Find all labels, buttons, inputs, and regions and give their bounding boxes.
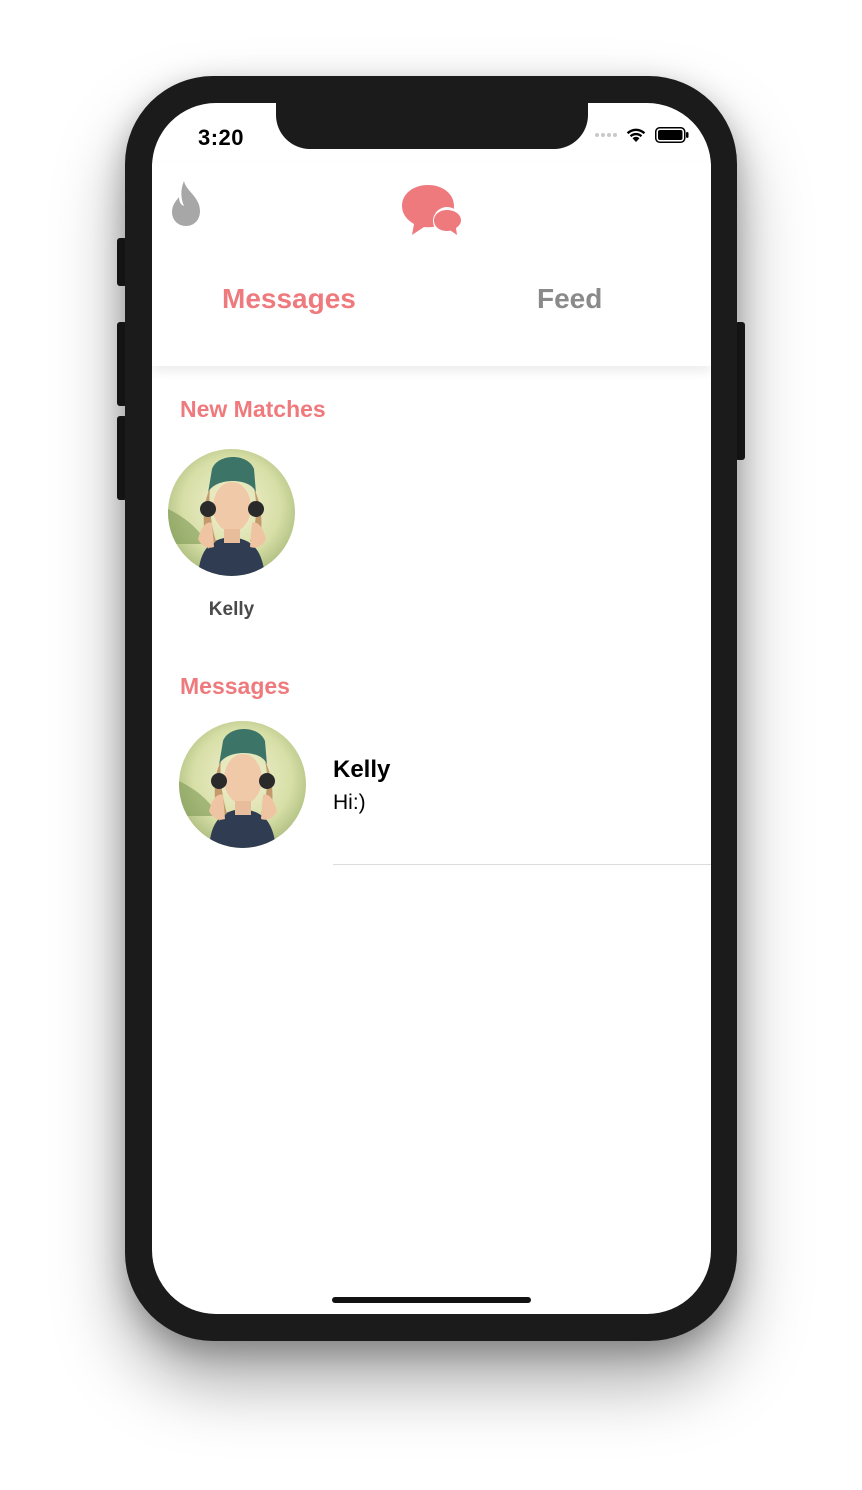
device-stage: 3:20 Messages Feed New Matches Kelly Mes… [0, 0, 862, 1490]
tab-messages[interactable]: Messages [222, 283, 356, 315]
status-indicators [595, 127, 689, 143]
match-avatar[interactable] [168, 449, 295, 576]
chat-bubbles-icon[interactable] [400, 183, 464, 246]
message-sender-name[interactable]: Kelly [333, 756, 390, 784]
device-notch [276, 103, 588, 149]
wifi-icon [626, 128, 646, 142]
home-indicator[interactable] [332, 1297, 531, 1303]
message-divider [333, 864, 711, 865]
message-avatar[interactable] [179, 721, 306, 848]
messages-section-title: Messages [180, 673, 290, 699]
match-name: Kelly [208, 599, 255, 620]
battery-icon [655, 127, 689, 143]
tab-feed[interactable]: Feed [537, 283, 602, 315]
cellular-signal-icon [595, 133, 617, 137]
app-screen: 3:20 Messages Feed New Matches Kelly Mes… [152, 103, 711, 1314]
message-preview[interactable]: Hi:) [333, 791, 366, 815]
flame-icon[interactable] [170, 179, 202, 232]
new-matches-title: New Matches [180, 396, 326, 422]
app-header: Messages Feed [152, 163, 711, 366]
status-time: 3:20 [198, 125, 245, 150]
